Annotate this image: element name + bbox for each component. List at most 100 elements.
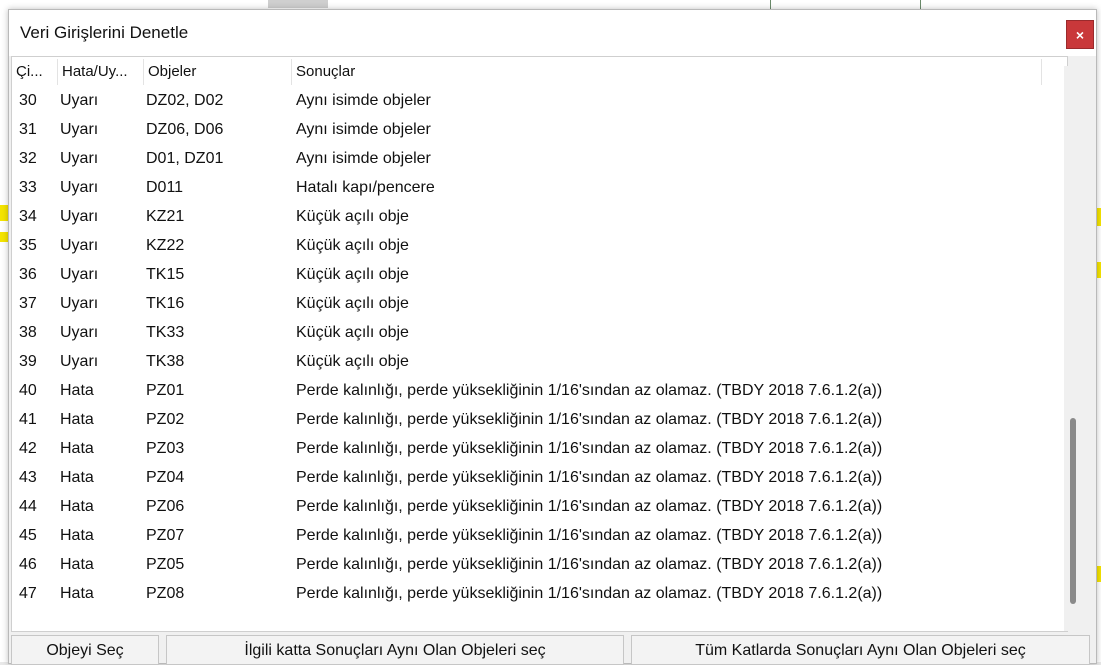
row-type: Hata bbox=[60, 440, 94, 457]
dialog-title: Veri Girişlerini Denetle bbox=[20, 23, 189, 42]
row-objects: TK16 bbox=[146, 295, 185, 312]
table-row[interactable]: 35 Uyarı KZ22 Küçük açılı obje bbox=[12, 231, 1067, 260]
row-type: Hata bbox=[60, 498, 94, 515]
row-number: 45 bbox=[19, 527, 37, 544]
table-row[interactable]: 30 Uyarı DZ02, D02 Aynı isimde objeler bbox=[12, 86, 1067, 115]
table-row[interactable]: 38 Uyarı TK33 Küçük açılı obje bbox=[12, 318, 1067, 347]
select-all-floors-button[interactable]: Tüm Katlarda Sonuçları Aynı Olan Objeler… bbox=[631, 635, 1090, 665]
row-objects: PZ05 bbox=[146, 556, 185, 573]
row-type: Uyarı bbox=[60, 295, 99, 312]
row-number: 47 bbox=[19, 585, 37, 602]
column-header-type[interactable]: Hata/Uy... bbox=[58, 59, 144, 85]
table-row[interactable]: 39 Uyarı TK38 Küçük açılı obje bbox=[12, 347, 1067, 376]
row-result: Küçük açılı obje bbox=[296, 208, 409, 225]
row-objects: KZ22 bbox=[146, 237, 185, 254]
row-number: 43 bbox=[19, 469, 37, 486]
row-number: 34 bbox=[19, 208, 37, 225]
background-line bbox=[920, 0, 921, 9]
table-row[interactable]: 41 Hata PZ02 Perde kalınlığı, perde yüksekl… bbox=[12, 405, 1067, 434]
row-number: 35 bbox=[19, 237, 37, 254]
row-result: Küçük açılı obje bbox=[296, 324, 409, 341]
table-row[interactable]: 42 Hata PZ03 Perde kalınlığı, perde yüksekl… bbox=[12, 434, 1067, 463]
row-objects: TK38 bbox=[146, 353, 185, 370]
table-row[interactable]: 47 Hata PZ08 Perde kalınlığı, perde yüksekl… bbox=[12, 579, 1067, 608]
row-objects: DZ02, D02 bbox=[146, 92, 224, 109]
background-strip bbox=[268, 0, 328, 8]
row-number: 33 bbox=[19, 179, 37, 196]
row-number: 31 bbox=[19, 121, 37, 138]
results-list[interactable]: Çi... Hata/Uy... Objeler Sonuçlar 30 Uyar… bbox=[11, 56, 1068, 632]
row-result: Perde kalınlığı, perde yüksekliğinin 1/1… bbox=[296, 469, 883, 486]
validation-dialog: Veri Girişlerini Denetle × Çi... Hata/Uy… bbox=[8, 9, 1097, 665]
column-header-objects[interactable]: Objeler bbox=[144, 59, 292, 85]
row-number: 32 bbox=[19, 150, 37, 167]
table-row[interactable]: 45 Hata PZ07 Perde kalınlığı, perde yüksekl… bbox=[12, 521, 1067, 550]
row-objects: PZ01 bbox=[146, 382, 185, 399]
row-result: Perde kalınlığı, perde yüksekliğinin 1/1… bbox=[296, 556, 883, 573]
row-number: 37 bbox=[19, 295, 37, 312]
table-row[interactable]: 34 Uyarı KZ21 Küçük açılı obje bbox=[12, 202, 1067, 231]
row-type: Hata bbox=[60, 411, 94, 428]
table-row[interactable]: 33 Uyarı D011 Hatalı kapı/pencere bbox=[12, 173, 1067, 202]
row-result: Aynı isimde objeler bbox=[296, 121, 431, 138]
row-objects: D011 bbox=[146, 179, 184, 196]
close-button[interactable]: × bbox=[1066, 20, 1094, 49]
row-objects: DZ06, D06 bbox=[146, 121, 224, 138]
row-type: Uyarı bbox=[60, 237, 99, 254]
row-type: Hata bbox=[60, 382, 94, 399]
row-type: Uyarı bbox=[60, 92, 99, 109]
row-result: Perde kalınlığı, perde yüksekliğinin 1/1… bbox=[296, 411, 883, 428]
row-type: Hata bbox=[60, 527, 94, 544]
column-header-results[interactable]: Sonuçlar bbox=[292, 59, 1042, 85]
row-result: Perde kalınlığı, perde yüksekliğinin 1/1… bbox=[296, 382, 883, 399]
row-type: Uyarı bbox=[60, 266, 99, 283]
close-icon: × bbox=[1075, 27, 1085, 43]
table-row[interactable]: 44 Hata PZ06 Perde kalınlığı, perde yüksekl… bbox=[12, 492, 1067, 521]
row-objects: TK33 bbox=[146, 324, 185, 341]
row-result: Küçük açılı obje bbox=[296, 237, 409, 254]
row-result: Perde kalınlığı, perde yüksekliğinin 1/1… bbox=[296, 527, 883, 544]
select-object-button[interactable]: Objeyi Seç bbox=[11, 635, 159, 665]
list-rows: 30 Uyarı DZ02, D02 Aynı isimde objeler 31 Uya… bbox=[12, 86, 1067, 608]
row-result: Aynı isimde objeler bbox=[296, 92, 431, 109]
row-number: 36 bbox=[19, 266, 37, 283]
row-objects: PZ04 bbox=[146, 469, 185, 486]
list-header: Çi... Hata/Uy... Objeler Sonuçlar bbox=[12, 59, 1042, 85]
scrollbar-thumb[interactable] bbox=[1070, 418, 1076, 604]
row-type: Hata bbox=[60, 585, 94, 602]
vertical-scrollbar[interactable] bbox=[1064, 66, 1082, 631]
row-objects: PZ08 bbox=[146, 585, 185, 602]
row-type: Hata bbox=[60, 469, 94, 486]
row-result: Perde kalınlığı, perde yüksekliğinin 1/1… bbox=[296, 585, 883, 602]
row-number: 41 bbox=[19, 411, 37, 428]
row-result: Küçük açılı obje bbox=[296, 295, 409, 312]
row-objects: KZ21 bbox=[146, 208, 185, 225]
row-type: Uyarı bbox=[60, 353, 99, 370]
table-row[interactable]: 37 Uyarı TK16 Küçük açılı obje bbox=[12, 289, 1067, 318]
row-type: Uyarı bbox=[60, 179, 99, 196]
row-objects: PZ02 bbox=[146, 411, 185, 428]
table-row[interactable]: 43 Hata PZ04 Perde kalınlığı, perde yüksekl… bbox=[12, 463, 1067, 492]
row-result: Küçük açılı obje bbox=[296, 266, 409, 283]
row-number: 46 bbox=[19, 556, 37, 573]
row-type: Hata bbox=[60, 556, 94, 573]
table-row[interactable]: 32 Uyarı D01, DZ01 Aynı isimde objeler bbox=[12, 144, 1067, 173]
row-number: 30 bbox=[19, 92, 37, 109]
table-row[interactable]: 46 Hata PZ05 Perde kalınlığı, perde yüksekl… bbox=[12, 550, 1067, 579]
table-row[interactable]: 36 Uyarı TK15 Küçük açılı obje bbox=[12, 260, 1067, 289]
row-type: Uyarı bbox=[60, 208, 99, 225]
select-same-floor-button[interactable]: İlgili katta Sonuçları Aynı Olan Objeler… bbox=[166, 635, 624, 665]
row-objects: PZ03 bbox=[146, 440, 185, 457]
column-header-no[interactable]: Çi... bbox=[12, 59, 58, 85]
row-result: Perde kalınlığı, perde yüksekliğinin 1/1… bbox=[296, 440, 883, 457]
row-type: Uyarı bbox=[60, 121, 99, 138]
row-objects: D01, DZ01 bbox=[146, 150, 224, 167]
row-result: Küçük açılı obje bbox=[296, 353, 409, 370]
row-type: Uyarı bbox=[60, 150, 99, 167]
row-number: 42 bbox=[19, 440, 37, 457]
table-row[interactable]: 40 Hata PZ01 Perde kalınlığı, perde yüksekl… bbox=[12, 376, 1067, 405]
row-result: Aynı isimde objeler bbox=[296, 150, 431, 167]
table-row[interactable]: 31 Uyarı DZ06, D06 Aynı isimde objeler bbox=[12, 115, 1067, 144]
row-objects: TK15 bbox=[146, 266, 185, 283]
row-number: 40 bbox=[19, 382, 37, 399]
